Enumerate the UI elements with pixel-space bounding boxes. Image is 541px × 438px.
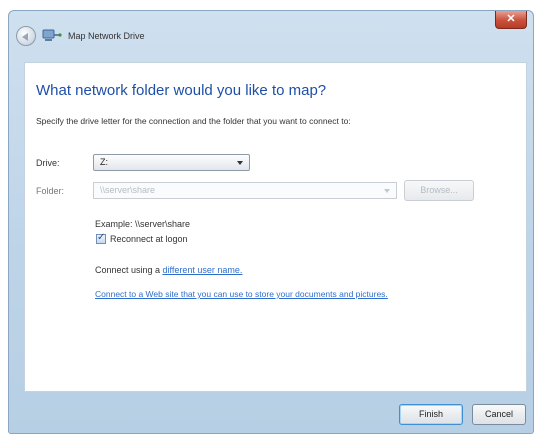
connect-using-text: Connect using a different user name. (95, 265, 242, 275)
different-user-link[interactable]: different user name. (163, 265, 243, 275)
drive-select[interactable]: Z: (93, 154, 250, 171)
connect-using-prefix: Connect using a (95, 265, 163, 275)
chevron-down-icon (237, 161, 243, 165)
drive-label: Drive: (36, 158, 60, 168)
finish-button[interactable]: Finish (399, 404, 463, 425)
cancel-button[interactable]: Cancel (472, 404, 526, 425)
folder-label: Folder: (36, 186, 65, 196)
reconnect-label[interactable]: Reconnect at logon (110, 234, 188, 244)
chevron-down-icon (384, 189, 390, 193)
web-site-link[interactable]: Connect to a Web site that you can use t… (95, 289, 388, 299)
back-button[interactable] (16, 26, 36, 46)
example-text: Example: \\server\share (95, 219, 191, 229)
folder-value: \\server\share (100, 185, 156, 195)
drive-value: Z: (100, 157, 108, 167)
checkmark-icon: ✓ (97, 232, 106, 243)
reconnect-checkbox[interactable]: ✓ (96, 232, 106, 244)
instruction-text: Specify the drive letter for the connect… (36, 116, 351, 126)
browse-button[interactable]: Browse... (404, 180, 474, 201)
window-title: Map Network Drive (68, 31, 145, 41)
close-icon: ✕ (506, 13, 516, 25)
page-heading: What network folder would you like to ma… (36, 82, 327, 99)
folder-input[interactable]: \\server\share (93, 182, 397, 199)
network-drive-icon (42, 29, 62, 41)
close-button[interactable]: ✕ (495, 11, 527, 29)
